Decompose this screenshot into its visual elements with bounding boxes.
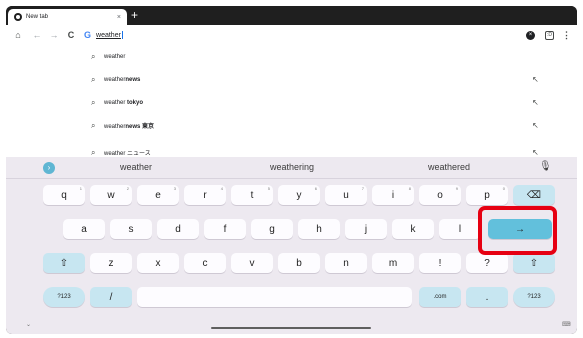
candidate-word[interactable]: weathered bbox=[389, 162, 509, 172]
key-i[interactable]: i8 bbox=[372, 185, 414, 205]
back-icon[interactable]: ← bbox=[30, 30, 44, 40]
suggestion-text: weather tokyo bbox=[104, 99, 144, 106]
home-icon[interactable]: ⌂ bbox=[11, 30, 25, 40]
key-j[interactable]: j bbox=[345, 219, 387, 239]
key-question[interactable]: ? bbox=[466, 253, 508, 273]
key-r[interactable]: r4 bbox=[184, 185, 226, 205]
suggestion-item[interactable]: ⌕ weathernews ↖ bbox=[6, 68, 577, 91]
omnibox-value: weather bbox=[96, 31, 121, 39]
key-period[interactable]: . bbox=[466, 287, 508, 307]
shift-icon: ⇧ bbox=[529, 257, 539, 269]
forward-icon[interactable]: → bbox=[47, 30, 61, 40]
key-v[interactable]: v bbox=[231, 253, 273, 273]
key-g[interactable]: g bbox=[251, 219, 293, 239]
key-slash[interactable]: / bbox=[90, 287, 132, 307]
tab-strip: New tab × + bbox=[6, 6, 577, 25]
key-l[interactable]: l bbox=[439, 219, 481, 239]
gesture-handle[interactable] bbox=[211, 327, 371, 329]
fill-query-arrow-icon[interactable]: ↖ bbox=[532, 98, 539, 107]
key-s[interactable]: s bbox=[110, 219, 152, 239]
google-icon: G bbox=[84, 30, 92, 40]
key-e[interactable]: e3 bbox=[137, 185, 179, 205]
shift-key-left[interactable]: ⇧ bbox=[43, 253, 85, 273]
keyboard-switch-icon[interactable]: ⌨ bbox=[562, 321, 571, 328]
symbols-key-left[interactable]: ?123 bbox=[43, 287, 85, 307]
key-f[interactable]: f bbox=[204, 219, 246, 239]
key-p[interactable]: p0 bbox=[466, 185, 508, 205]
fill-query-arrow-icon[interactable]: ↖ bbox=[532, 148, 539, 157]
key-k[interactable]: k bbox=[392, 219, 434, 239]
key-c[interactable]: c bbox=[184, 253, 226, 273]
key-m[interactable]: m bbox=[372, 253, 414, 273]
suggestion-item[interactable]: ⌕ weather ニュース ↖ bbox=[6, 141, 577, 158]
key-h[interactable]: h bbox=[298, 219, 340, 239]
omnibox-input[interactable]: weather bbox=[96, 31, 526, 39]
suggestion-text: weathernews bbox=[104, 76, 141, 83]
tab-switcher-icon[interactable]: :D bbox=[545, 30, 554, 40]
reload-icon[interactable]: C bbox=[64, 30, 78, 40]
key-q[interactable]: q1 bbox=[43, 185, 85, 205]
search-icon: ⌕ bbox=[91, 120, 96, 130]
candidate-word[interactable]: weather bbox=[76, 162, 196, 172]
search-icon: ⌕ bbox=[91, 74, 96, 84]
menu-icon[interactable]: ⋮ bbox=[562, 30, 571, 41]
fill-query-arrow-icon[interactable]: ↖ bbox=[532, 121, 539, 130]
suggestion-item[interactable]: ⌕ weather tokyo ↖ bbox=[6, 91, 577, 114]
key-x[interactable]: x bbox=[137, 253, 179, 273]
expand-toolbar-icon[interactable]: › bbox=[43, 162, 55, 174]
key-n[interactable]: n bbox=[325, 253, 367, 273]
suggestion-item[interactable]: ⌕ weathernews 東京 ↖ bbox=[6, 114, 577, 137]
key-exclamation[interactable]: ! bbox=[419, 253, 461, 273]
enter-key-highlight-frame bbox=[478, 206, 557, 255]
suggestion-text: weather ニュース bbox=[104, 151, 151, 157]
microphone-icon[interactable]: 🎙 bbox=[539, 161, 552, 172]
dotcom-key[interactable]: .com bbox=[419, 287, 461, 307]
key-y[interactable]: y6 bbox=[278, 185, 320, 205]
space-key[interactable] bbox=[137, 287, 412, 307]
key-z[interactable]: z bbox=[90, 253, 132, 273]
new-tab-button[interactable]: + bbox=[131, 9, 138, 22]
toolbar: ⌂ ← → C G weather × :D ⋮ bbox=[6, 25, 577, 45]
browser-window: New tab × + ⌂ ← → C G weather × :D ⋮ ⌕ w… bbox=[6, 6, 577, 334]
search-icon: ⌕ bbox=[91, 51, 96, 61]
candidate-word[interactable]: weathering bbox=[232, 162, 352, 172]
key-a[interactable]: a bbox=[63, 219, 105, 239]
search-icon: ⌕ bbox=[91, 97, 96, 107]
tab-close-icon[interactable]: × bbox=[117, 14, 121, 21]
hide-keyboard-icon[interactable]: ⌄ bbox=[26, 321, 31, 328]
key-o[interactable]: o9 bbox=[419, 185, 461, 205]
tab-title: New tab bbox=[26, 14, 49, 20]
suggestion-item[interactable]: ⌕ weather bbox=[6, 45, 577, 68]
chrome-favicon-icon bbox=[14, 13, 22, 21]
backspace-icon: ⌫ bbox=[526, 189, 542, 201]
backspace-key[interactable]: ⌫ bbox=[513, 185, 555, 205]
key-w[interactable]: w2 bbox=[90, 185, 132, 205]
candidate-strip: › weather weathering weathered 🎙 bbox=[6, 157, 577, 179]
shift-key-right[interactable]: ⇧ bbox=[513, 253, 555, 273]
suggestion-text: weather bbox=[104, 53, 126, 60]
suggestion-text: weathernews 東京 bbox=[104, 124, 155, 130]
clear-input-icon[interactable]: × bbox=[526, 30, 535, 40]
suggestion-list: ⌕ weather ⌕ weathernews ↖ ⌕ weather toky… bbox=[6, 45, 577, 157]
tab-new-tab[interactable]: New tab × bbox=[8, 9, 127, 25]
key-d[interactable]: d bbox=[157, 219, 199, 239]
text-caret bbox=[121, 31, 123, 39]
key-u[interactable]: u7 bbox=[325, 185, 367, 205]
key-b[interactable]: b bbox=[278, 253, 320, 273]
fill-query-arrow-icon[interactable]: ↖ bbox=[532, 75, 539, 84]
symbols-key-right[interactable]: ?123 bbox=[513, 287, 555, 307]
search-icon: ⌕ bbox=[91, 147, 96, 157]
key-t[interactable]: t5 bbox=[231, 185, 273, 205]
keyboard-bottom-bar: ⌄ ⌨ bbox=[6, 321, 577, 334]
shift-icon: ⇧ bbox=[59, 257, 69, 269]
